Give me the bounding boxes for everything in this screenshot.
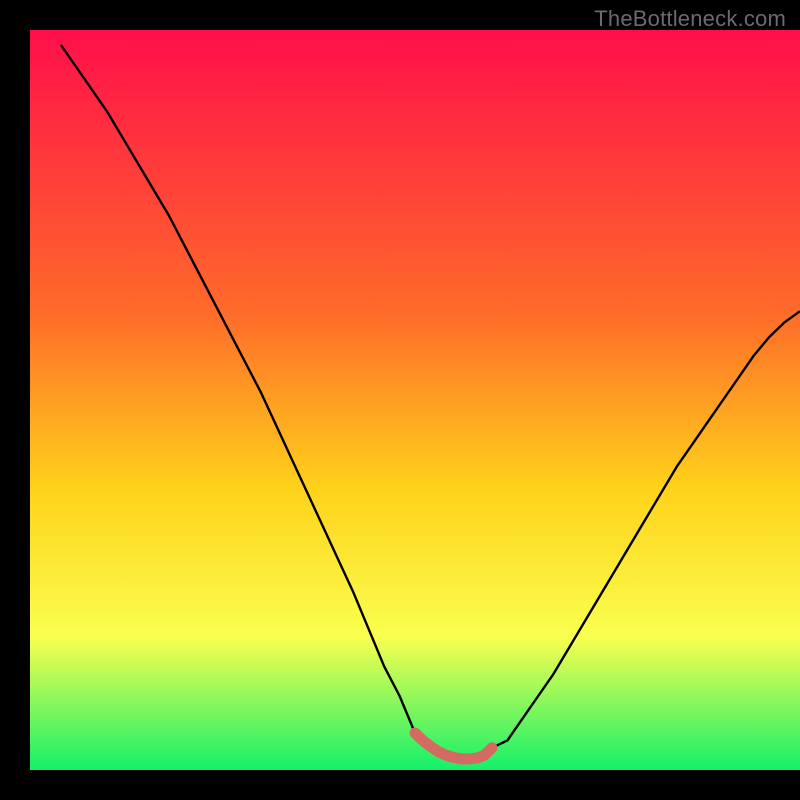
watermark-label: TheBottleneck.com xyxy=(594,6,786,32)
heat-gradient xyxy=(30,30,800,770)
chart-stage: TheBottleneck.com xyxy=(0,0,800,800)
bottleneck-plot xyxy=(0,0,800,800)
left-margin xyxy=(0,0,30,800)
bottom-margin xyxy=(0,770,800,800)
